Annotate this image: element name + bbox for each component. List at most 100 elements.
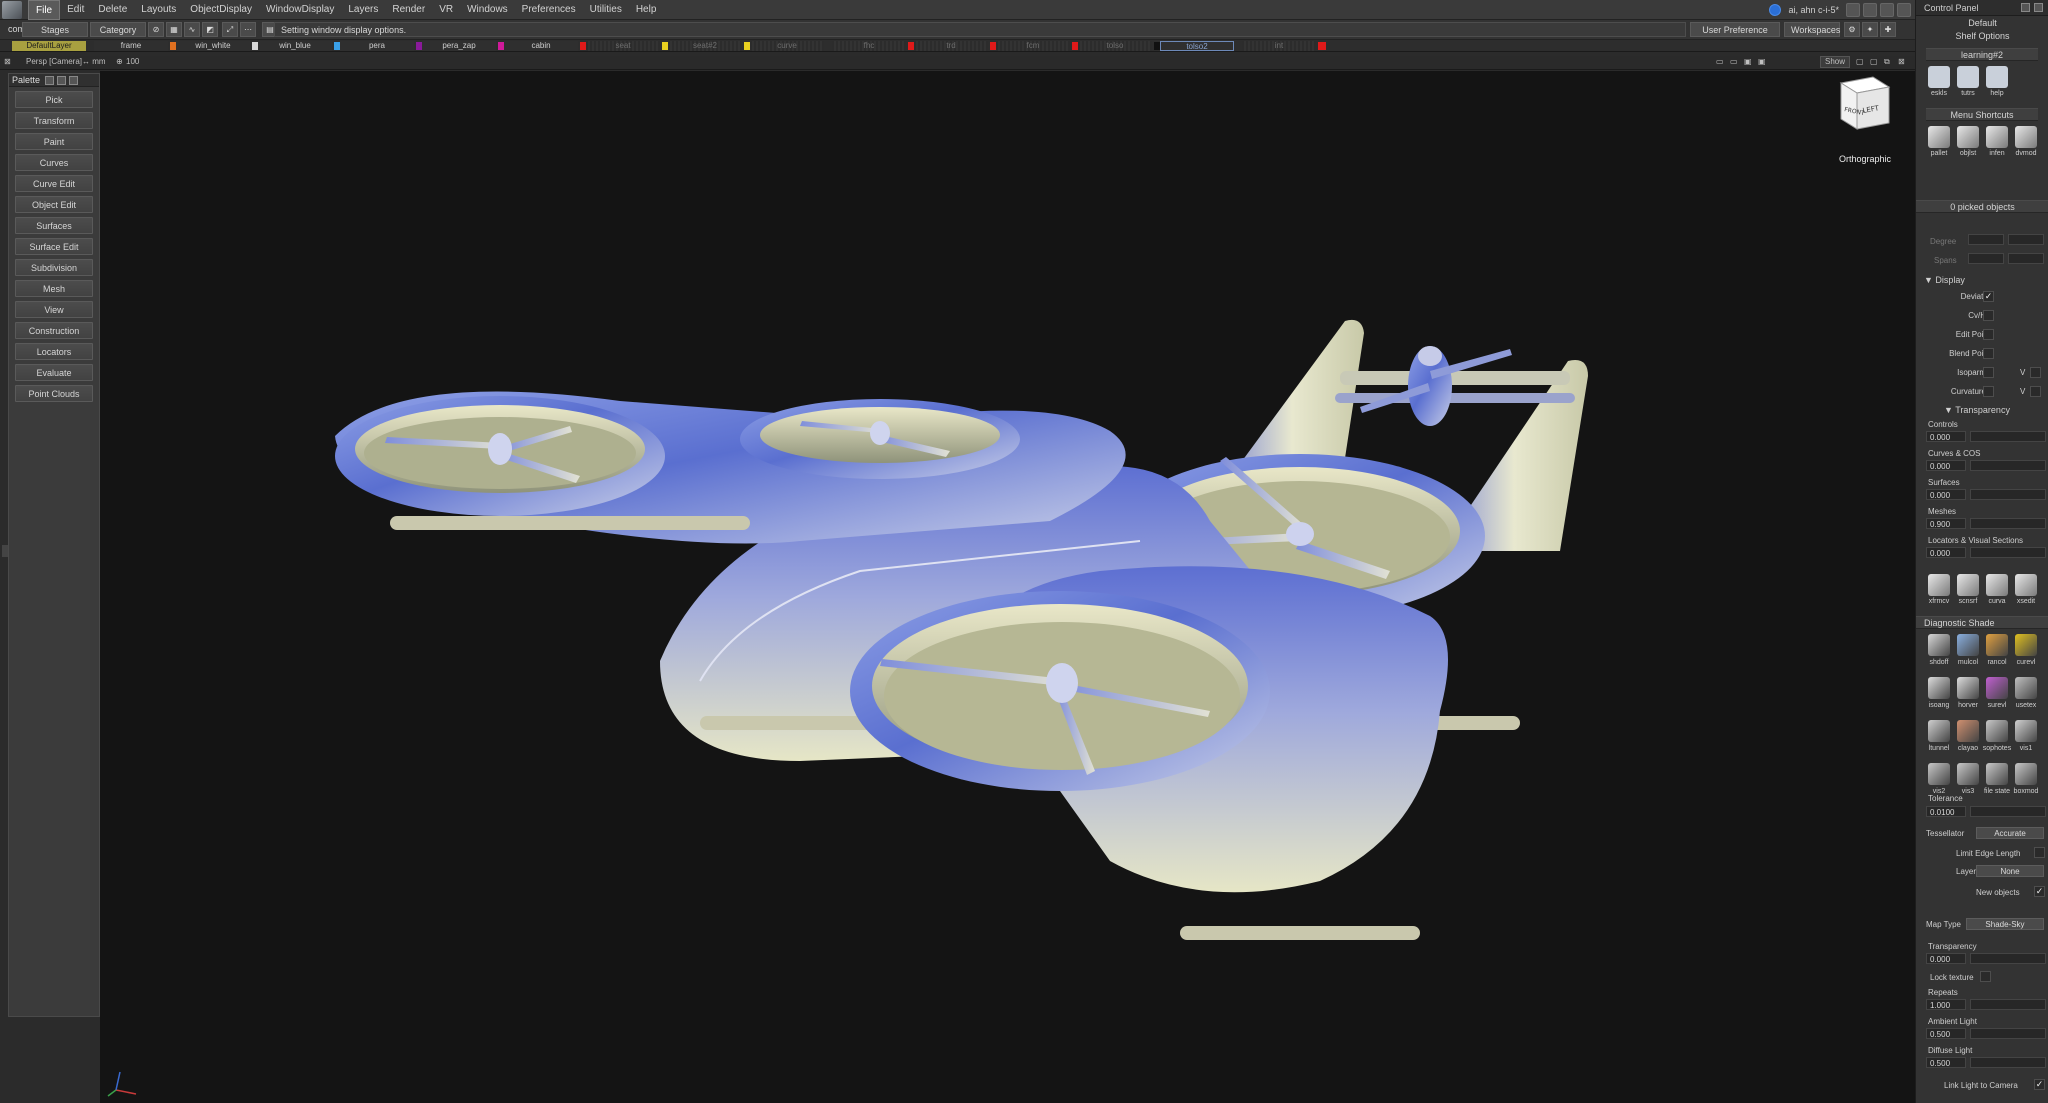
aircraft-model-render[interactable] bbox=[100, 71, 1915, 1103]
info-icon[interactable] bbox=[1986, 126, 2008, 148]
transparency-item-field[interactable]: 0.900 bbox=[1926, 518, 1966, 529]
layer-pera-zap[interactable]: pera_zap bbox=[422, 41, 496, 51]
transparency-item-field[interactable]: 0.000 bbox=[1926, 460, 1966, 471]
tool-icon-1[interactable] bbox=[1846, 3, 1860, 17]
spans-field-2[interactable] bbox=[2008, 253, 2044, 264]
lock-texture-checkbox[interactable] bbox=[1980, 971, 1991, 982]
transparency-item-field[interactable]: 0.000 bbox=[1926, 431, 1966, 442]
toolbar-icon-d[interactable]: ◩ bbox=[202, 22, 218, 37]
workspaces-button[interactable]: Workspaces bbox=[1784, 22, 1840, 37]
tolerance-slider[interactable] bbox=[1970, 806, 2046, 817]
stages-button[interactable]: Stages bbox=[22, 22, 88, 37]
layer-select[interactable]: None bbox=[1976, 865, 2044, 877]
view-icon-2[interactable]: ▭ bbox=[1730, 57, 1738, 66]
default-label[interactable]: Default bbox=[1916, 17, 2048, 30]
menu-help[interactable]: Help bbox=[629, 0, 664, 20]
palette-transform[interactable]: Transform bbox=[15, 112, 93, 129]
layer-trd[interactable]: trd bbox=[914, 41, 988, 51]
toolbar-icon-b[interactable]: ▦ bbox=[166, 22, 182, 37]
map-transparency-slider[interactable] bbox=[1970, 953, 2046, 964]
palette-object-edit[interactable]: Object Edit bbox=[15, 196, 93, 213]
projection-label[interactable]: Orthographic bbox=[1825, 154, 1905, 164]
ltunnel-icon[interactable] bbox=[1928, 720, 1950, 742]
menu-utilities[interactable]: Utilities bbox=[583, 0, 629, 20]
tutrs-icon[interactable] bbox=[1957, 66, 1979, 88]
transparency-item-slider[interactable] bbox=[1970, 489, 2046, 500]
show-button[interactable]: Show bbox=[1820, 56, 1850, 68]
view-icon-1[interactable]: ▭ bbox=[1716, 57, 1724, 66]
palette-mesh[interactable]: Mesh bbox=[15, 280, 93, 297]
layer-seat-2[interactable]: seat#2 bbox=[668, 41, 742, 51]
link-light-checkbox[interactable]: ✓ bbox=[2034, 1079, 2045, 1090]
degree-field-2[interactable] bbox=[2008, 234, 2044, 245]
view-cube[interactable]: FRONT LEFT Orthographic bbox=[1825, 71, 1905, 164]
palette-float-icon[interactable] bbox=[57, 76, 66, 85]
palette-close-icon[interactable] bbox=[69, 76, 78, 85]
layer-tolso2[interactable]: tolso2 bbox=[1160, 41, 1234, 51]
camera-label[interactable]: Persp [Camera] bbox=[26, 57, 82, 66]
vis1-icon[interactable] bbox=[2015, 720, 2037, 742]
degree-field[interactable] bbox=[1968, 234, 2004, 245]
menu-windowdisplay[interactable]: WindowDisplay bbox=[259, 0, 341, 20]
viewport-maximize-icon[interactable]: ⊠ bbox=[1898, 57, 1905, 66]
palette-surfaces[interactable]: Surfaces bbox=[15, 217, 93, 234]
control-panel-close-icon[interactable] bbox=[2034, 3, 2043, 12]
palette-dock-icon[interactable] bbox=[45, 76, 54, 85]
layer-fhc[interactable]: fhc bbox=[832, 41, 906, 51]
transparency-item-field[interactable]: 0.000 bbox=[1926, 489, 1966, 500]
palette-construction[interactable]: Construction bbox=[15, 322, 93, 339]
vis3-icon[interactable] bbox=[1957, 763, 1979, 785]
menu-edit[interactable]: Edit bbox=[60, 0, 91, 20]
shelf-options-button[interactable]: Shelf Options bbox=[1916, 30, 2048, 43]
layer-pera[interactable]: pera bbox=[340, 41, 414, 51]
layer-color-swatch[interactable] bbox=[1318, 42, 1326, 50]
display-item-checkbox[interactable] bbox=[1983, 329, 1994, 340]
layer-seat[interactable]: seat bbox=[586, 41, 660, 51]
palette-paint[interactable]: Paint bbox=[15, 133, 93, 150]
help-icon[interactable] bbox=[1986, 66, 2008, 88]
3d-viewport[interactable]: FRONT LEFT Orthographic bbox=[100, 71, 1915, 1103]
rancol-icon[interactable] bbox=[1986, 634, 2008, 656]
diagnostic-shade-header[interactable]: Diagnostic Shade bbox=[1916, 616, 2048, 629]
horver-icon[interactable] bbox=[1957, 677, 1979, 699]
usetex-icon[interactable] bbox=[2015, 677, 2037, 699]
xsedit-icon[interactable] bbox=[2015, 574, 2037, 596]
palette-point-clouds[interactable]: Point Clouds bbox=[15, 385, 93, 402]
layer-win-white[interactable]: win_white bbox=[176, 41, 250, 51]
transparency-item-slider[interactable] bbox=[1970, 460, 2046, 471]
menu-render[interactable]: Render bbox=[385, 0, 432, 20]
sophotes-icon[interactable] bbox=[1986, 720, 2008, 742]
layer-fcm[interactable]: fcm bbox=[996, 41, 1070, 51]
transparency-section-header[interactable]: ▼ Transparency bbox=[1916, 404, 2048, 417]
layer-curve[interactable]: curve bbox=[750, 41, 824, 51]
palette-surface-edit[interactable]: Surface Edit bbox=[15, 238, 93, 255]
layer-win-blue[interactable]: win_blue bbox=[258, 41, 332, 51]
objlst-icon[interactable] bbox=[1957, 126, 1979, 148]
menu-file[interactable]: File bbox=[28, 0, 61, 20]
isoang-icon[interactable] bbox=[1928, 677, 1950, 699]
tolerance-field[interactable]: 0.0100 bbox=[1926, 806, 1966, 817]
menu-vr[interactable]: VR bbox=[432, 0, 460, 20]
diffuse-light-field[interactable]: 0.500 bbox=[1926, 1057, 1966, 1068]
spans-field[interactable] bbox=[1968, 253, 2004, 264]
curevl-icon[interactable] bbox=[2015, 634, 2037, 656]
new-objects-checkbox[interactable]: ✓ bbox=[2034, 886, 2045, 897]
layer-defaultlayer[interactable]: DefaultLayer bbox=[12, 41, 86, 51]
layer-int[interactable]: int bbox=[1242, 41, 1316, 51]
ambient-light-slider[interactable] bbox=[1970, 1028, 2046, 1039]
toolbar-icon-f[interactable]: ⋯ bbox=[240, 22, 256, 37]
transparency-item-slider[interactable] bbox=[1970, 518, 2046, 529]
shdoff-icon[interactable] bbox=[1928, 634, 1950, 656]
palette-curves[interactable]: Curves bbox=[15, 154, 93, 171]
viewport-close-icon[interactable]: ⊠ bbox=[4, 57, 11, 66]
shelf-tab[interactable]: learning#2 bbox=[1926, 48, 2038, 61]
user-preference-sets-button[interactable]: User Preference Sets bbox=[1690, 22, 1780, 50]
display-item-checkbox[interactable] bbox=[1983, 310, 1994, 321]
menu-preferences[interactable]: Preferences bbox=[515, 0, 583, 20]
menu-layers[interactable]: Layers bbox=[341, 0, 385, 20]
mulcol-icon[interactable] bbox=[1957, 634, 1979, 656]
menu-layouts[interactable]: Layouts bbox=[134, 0, 183, 20]
menu-delete[interactable]: Delete bbox=[91, 0, 134, 20]
transparency-item-slider[interactable] bbox=[1970, 431, 2046, 442]
repeats-field[interactable]: 1.000 bbox=[1926, 999, 1966, 1010]
